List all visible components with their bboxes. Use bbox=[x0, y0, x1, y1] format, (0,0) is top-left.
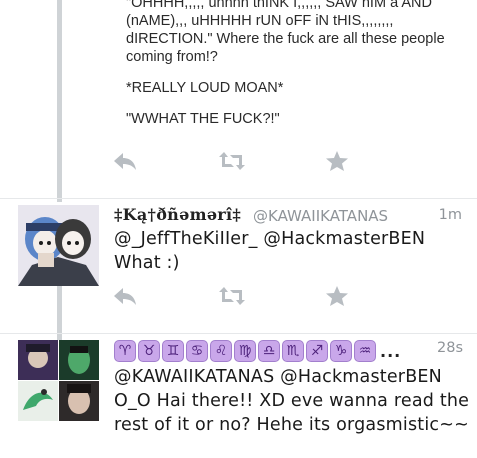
star-icon[interactable] bbox=[322, 283, 352, 309]
scorpio-icon: ♏ bbox=[282, 340, 304, 362]
taurus-icon: ♉ bbox=[138, 340, 160, 362]
retweet-icon[interactable] bbox=[217, 283, 247, 309]
retweet-icon[interactable] bbox=[217, 148, 247, 174]
avatar-tweet-3[interactable] bbox=[18, 340, 99, 421]
name-ellipsis: ... bbox=[380, 341, 402, 361]
user-handle[interactable]: @KAWAIIKATANAS bbox=[253, 207, 388, 225]
reply-icon[interactable] bbox=[110, 148, 140, 174]
divider-2 bbox=[0, 333, 477, 334]
leo-icon: ♌ bbox=[210, 340, 232, 362]
tweet-1-line-3: "WWHAT THE FUCK?!" bbox=[126, 111, 280, 127]
capricorn-icon: ♑ bbox=[330, 340, 352, 362]
tweet-3-display-name[interactable]: ♈ ♉ ♊ ♋ ♌ ♍ ♎ ♏ ♐ ♑ ♒ ... bbox=[114, 340, 401, 362]
tweet-1-line-1: "OHHHH,,,,, uhhhh thINK I,,,,,, SAW hIM … bbox=[126, 0, 445, 65]
timestamp: 1m bbox=[438, 207, 462, 223]
divider-1 bbox=[0, 198, 477, 199]
reply-icon[interactable] bbox=[110, 283, 140, 309]
tweet-2-actions bbox=[0, 283, 477, 309]
timestamp: 28s bbox=[437, 340, 464, 356]
sagittarius-icon: ♐ bbox=[306, 340, 328, 362]
tweet-2-text: @_JeffTheKiIIer_ @HackmasterBEN What :) bbox=[114, 229, 426, 273]
libra-icon: ♎ bbox=[258, 340, 280, 362]
virgo-icon: ♍ bbox=[234, 340, 256, 362]
star-icon[interactable] bbox=[322, 148, 352, 174]
tweet-3-text: @KAWAIIKATANAS @HackmasterBEN O_O Hai th… bbox=[114, 367, 470, 435]
aquarius-icon: ♒ bbox=[354, 340, 376, 362]
tweet-1-text: "OHHHH,,,,, uhhhh thINK I,,,,,, SAW hIM … bbox=[126, 0, 471, 141]
avatar-kawaiikatanas[interactable] bbox=[18, 205, 99, 286]
tweet-1-actions bbox=[0, 148, 477, 174]
tweet-1-line-2: *REALLY LOUD MOAN* bbox=[126, 80, 284, 96]
aries-icon: ♈ bbox=[114, 340, 136, 362]
display-name[interactable]: ‡Ką†ðñəmərî‡ bbox=[114, 205, 241, 224]
cancer-icon: ♋ bbox=[186, 340, 208, 362]
gemini-icon: ♊ bbox=[162, 340, 184, 362]
